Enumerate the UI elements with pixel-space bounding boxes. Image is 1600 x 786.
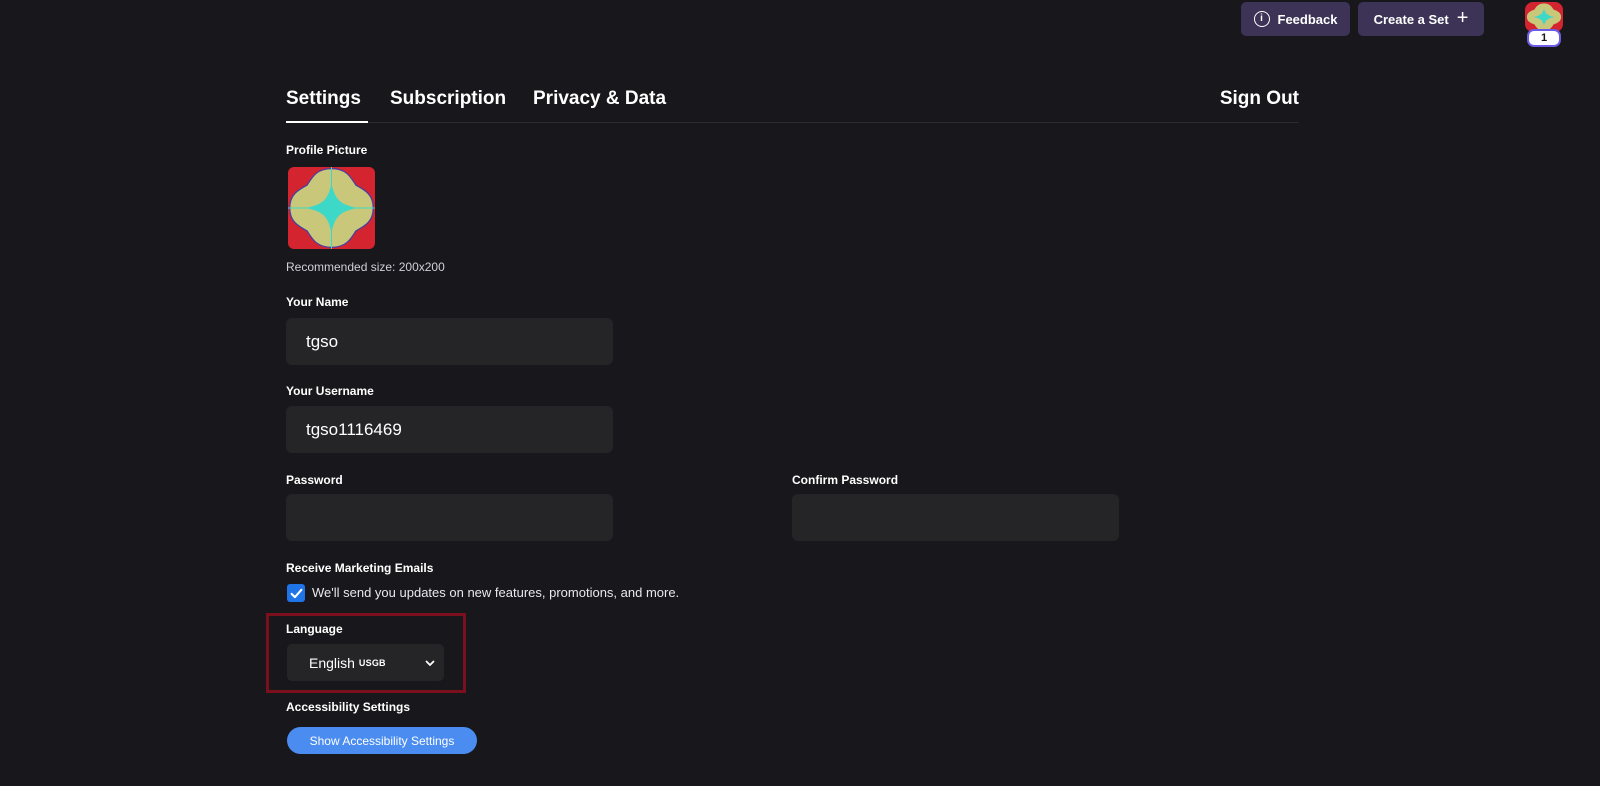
accessibility-settings-label: Accessibility Settings bbox=[286, 700, 411, 714]
tab-subscription[interactable]: Subscription bbox=[390, 88, 506, 123]
user-avatar-button[interactable]: 1 bbox=[1525, 2, 1563, 48]
marketing-emails-label: Receive Marketing Emails bbox=[286, 561, 434, 575]
tab-settings[interactable]: Settings bbox=[286, 88, 368, 123]
password-label: Password bbox=[286, 473, 343, 487]
password-input[interactable] bbox=[286, 494, 613, 541]
your-name-label: Your Name bbox=[286, 295, 349, 309]
profile-picture-hint: Recommended size: 200x200 bbox=[286, 260, 445, 274]
avatar bbox=[1525, 2, 1563, 32]
info-icon: i bbox=[1253, 11, 1270, 27]
language-selected-value: English bbox=[309, 654, 355, 671]
language-selected-suffix: USGB bbox=[358, 657, 386, 668]
checkmark-icon bbox=[290, 588, 302, 598]
tab-privacy-data[interactable]: Privacy & Data bbox=[533, 88, 666, 123]
plus-icon: + bbox=[1456, 7, 1469, 29]
confirm-password-input[interactable] bbox=[792, 494, 1119, 541]
marketing-emails-checkbox[interactable] bbox=[287, 584, 305, 602]
username-input[interactable] bbox=[286, 406, 613, 453]
marketing-emails-description: We'll send you updates on new features, … bbox=[312, 585, 680, 600]
language-select[interactable]: English USGB bbox=[287, 644, 444, 681]
feedback-button[interactable]: i Feedback bbox=[1241, 2, 1350, 36]
name-input[interactable] bbox=[286, 318, 613, 365]
profile-picture-label: Profile Picture bbox=[286, 143, 368, 157]
confirm-password-label: Confirm Password bbox=[792, 473, 899, 487]
create-set-button[interactable]: Create a Set + bbox=[1358, 2, 1484, 36]
top-bar: i Feedback Create a Set + 1 bbox=[0, 0, 1600, 50]
feedback-label: Feedback bbox=[1277, 11, 1338, 27]
profile-picture[interactable] bbox=[288, 167, 375, 249]
sign-out-link[interactable]: Sign Out bbox=[1220, 88, 1299, 123]
settings-tabs: Settings Subscription Privacy & Data Sig… bbox=[286, 88, 1299, 123]
notification-badge: 1 bbox=[1527, 29, 1561, 47]
language-label: Language bbox=[286, 622, 343, 636]
your-username-label: Your Username bbox=[286, 384, 374, 398]
chevron-down-icon bbox=[425, 660, 435, 666]
create-set-label: Create a Set bbox=[1373, 11, 1449, 27]
show-accessibility-settings-button[interactable]: Show Accessibility Settings bbox=[287, 727, 477, 754]
